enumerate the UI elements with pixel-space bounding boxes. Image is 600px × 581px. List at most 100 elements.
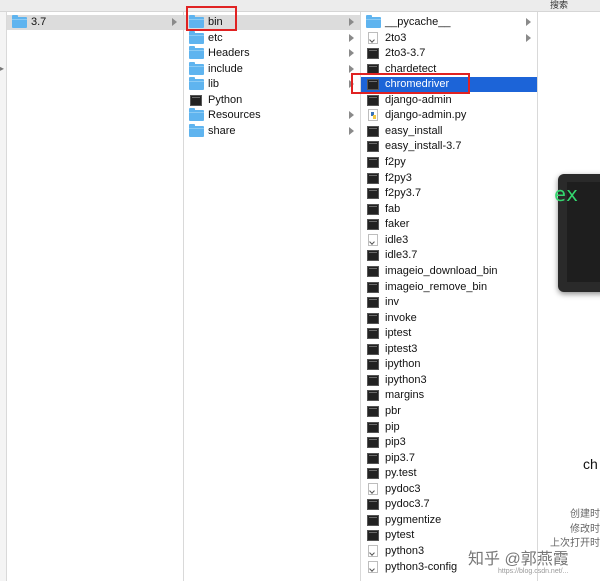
list-item-iptest[interactable]: iptest bbox=[361, 326, 537, 341]
list-item-fab[interactable]: fab bbox=[361, 202, 537, 217]
list-item-f2py3[interactable]: f2py3 bbox=[361, 171, 537, 186]
executable-icon bbox=[367, 499, 379, 511]
search-label[interactable]: 搜索 bbox=[550, 0, 568, 11]
executable-icon bbox=[367, 530, 379, 542]
item-label: Headers bbox=[208, 47, 250, 60]
executable-icon bbox=[367, 374, 379, 386]
item-label: faker bbox=[385, 218, 410, 231]
column-2: bin etc Headers include lib Python Resources sh… bbox=[184, 12, 361, 581]
list-item-pydoc3-7[interactable]: pydoc3.7 bbox=[361, 497, 537, 512]
list-item-idle3[interactable]: idle3 bbox=[361, 233, 537, 248]
executable-icon bbox=[367, 343, 379, 355]
item-label: idle3.7 bbox=[385, 249, 418, 262]
disclosure-arrow-icon bbox=[349, 18, 354, 26]
item-label: imageio_remove_bin bbox=[385, 280, 488, 293]
watermark-url: https://blog.csdn.net/... bbox=[498, 568, 569, 575]
list-item-idle3-7[interactable]: idle3.7 bbox=[361, 248, 537, 263]
disclosure-arrow-icon bbox=[349, 49, 354, 58]
list-item-django-admin-py[interactable]: django-admin.py bbox=[361, 108, 537, 123]
list-item-python[interactable]: Python bbox=[184, 93, 360, 108]
item-label: f2py3.7 bbox=[385, 187, 422, 200]
executable-icon bbox=[367, 219, 379, 231]
preview-pane: ex ch 创建时 修改时 上次打开时 bbox=[538, 12, 600, 581]
list-item-pip3[interactable]: pip3 bbox=[361, 435, 537, 450]
item-label: 2to3 bbox=[385, 31, 407, 44]
list-item-etc[interactable]: etc bbox=[184, 30, 360, 46]
list-item-include[interactable]: include bbox=[184, 61, 360, 77]
list-item-pygmentize[interactable]: pygmentize bbox=[361, 513, 537, 528]
item-label: 2to3-3.7 bbox=[385, 47, 426, 60]
list-item-iptest3[interactable]: iptest3 bbox=[361, 342, 537, 357]
item-label: share bbox=[208, 124, 236, 137]
created-label: 创建时 bbox=[570, 509, 600, 520]
list-item-imageio-download-bin[interactable]: imageio_download_bin bbox=[361, 264, 537, 279]
disclosure-arrow-icon bbox=[526, 18, 531, 26]
list-item-margins[interactable]: margins bbox=[361, 388, 537, 403]
item-label: include bbox=[208, 62, 243, 75]
list-item-inv[interactable]: inv bbox=[361, 295, 537, 310]
list-item-headers[interactable]: Headers bbox=[184, 46, 360, 61]
executable-icon bbox=[367, 312, 379, 324]
item-label: f2py3 bbox=[385, 171, 412, 184]
list-item-f2py3-7[interactable]: f2py3.7 bbox=[361, 186, 537, 201]
executable-icon bbox=[367, 203, 379, 215]
item-label: ipython3 bbox=[385, 373, 427, 386]
item-label: idle3 bbox=[385, 233, 409, 246]
item-label: python3-config bbox=[385, 560, 458, 573]
item-label: easy_install-3.7 bbox=[385, 140, 462, 153]
list-item-pip[interactable]: pip bbox=[361, 420, 537, 435]
executable-icon bbox=[367, 406, 379, 417]
list-item-py-test[interactable]: py.test bbox=[361, 466, 537, 481]
item-label: etc bbox=[208, 31, 223, 44]
folder-icon bbox=[189, 77, 204, 91]
disclosure-arrow-icon bbox=[526, 33, 531, 42]
disclosure-arrow-icon bbox=[172, 18, 177, 26]
executable-icon bbox=[367, 48, 379, 60]
executable-icon bbox=[190, 94, 202, 106]
list-item-2to3-3-7[interactable]: 2to3-3.7 bbox=[361, 46, 537, 61]
alias-document-icon bbox=[368, 233, 378, 246]
list-item-faker[interactable]: faker bbox=[361, 217, 537, 232]
list-item-pytest[interactable]: pytest bbox=[361, 528, 537, 543]
folder-icon bbox=[366, 15, 381, 28]
item-label: django-admin bbox=[385, 93, 452, 106]
highlight-box-chromedriver bbox=[351, 73, 470, 94]
list-item-easy-install[interactable]: easy_install bbox=[361, 124, 537, 139]
list-item-ipython[interactable]: ipython bbox=[361, 357, 537, 372]
list-item-2to3[interactable]: 2to3 bbox=[361, 31, 537, 46]
list-item-3-7[interactable]: 3.7 bbox=[7, 15, 183, 30]
disclosure-arrow-icon bbox=[349, 126, 354, 135]
executable-icon bbox=[367, 281, 379, 293]
list-item-ipython3[interactable]: ipython3 bbox=[361, 373, 537, 388]
item-label: pydoc3.7 bbox=[385, 498, 430, 511]
executable-icon bbox=[367, 172, 379, 184]
executable-icon bbox=[367, 141, 379, 153]
folder-icon bbox=[189, 108, 204, 122]
list-item-f2py[interactable]: f2py bbox=[361, 155, 537, 170]
python-file-icon bbox=[368, 109, 378, 122]
item-label: pip3 bbox=[385, 436, 406, 449]
list-item-pycache[interactable]: __pycache__ bbox=[361, 15, 537, 30]
folder-icon bbox=[12, 15, 27, 28]
list-item-django-admin[interactable]: django-admin bbox=[361, 93, 537, 108]
list-item-pip3-7[interactable]: pip3.7 bbox=[361, 451, 537, 466]
executable-icon bbox=[367, 250, 379, 262]
list-item-invoke[interactable]: invoke bbox=[361, 311, 537, 326]
list-item-resources[interactable]: Resources bbox=[184, 108, 360, 123]
disclosure-arrow-icon bbox=[349, 33, 354, 42]
item-label: pip3.7 bbox=[385, 451, 415, 464]
item-label: lib bbox=[208, 78, 220, 91]
folder-icon bbox=[189, 61, 204, 75]
column-3: __pycache__ 2to3 2to3-3.7 chardetect chromed… bbox=[361, 12, 538, 581]
column-previous-edge[interactable]: ▸ bbox=[0, 12, 7, 581]
list-item-pydoc3[interactable]: pydoc3 bbox=[361, 482, 537, 497]
list-item-lib[interactable]: lib bbox=[184, 77, 360, 92]
list-item-pbr[interactable]: pbr bbox=[361, 404, 537, 419]
list-item-share[interactable]: share bbox=[184, 123, 360, 139]
list-item-easy-install-3-7[interactable]: easy_install-3.7 bbox=[361, 139, 537, 154]
folder-icon bbox=[189, 123, 204, 137]
executable-icon bbox=[367, 514, 379, 526]
item-label: django-admin.py bbox=[385, 109, 467, 122]
disclosure-arrow-icon bbox=[349, 64, 354, 73]
list-item-imageio-remove-bin[interactable]: imageio_remove_bin bbox=[361, 280, 537, 295]
